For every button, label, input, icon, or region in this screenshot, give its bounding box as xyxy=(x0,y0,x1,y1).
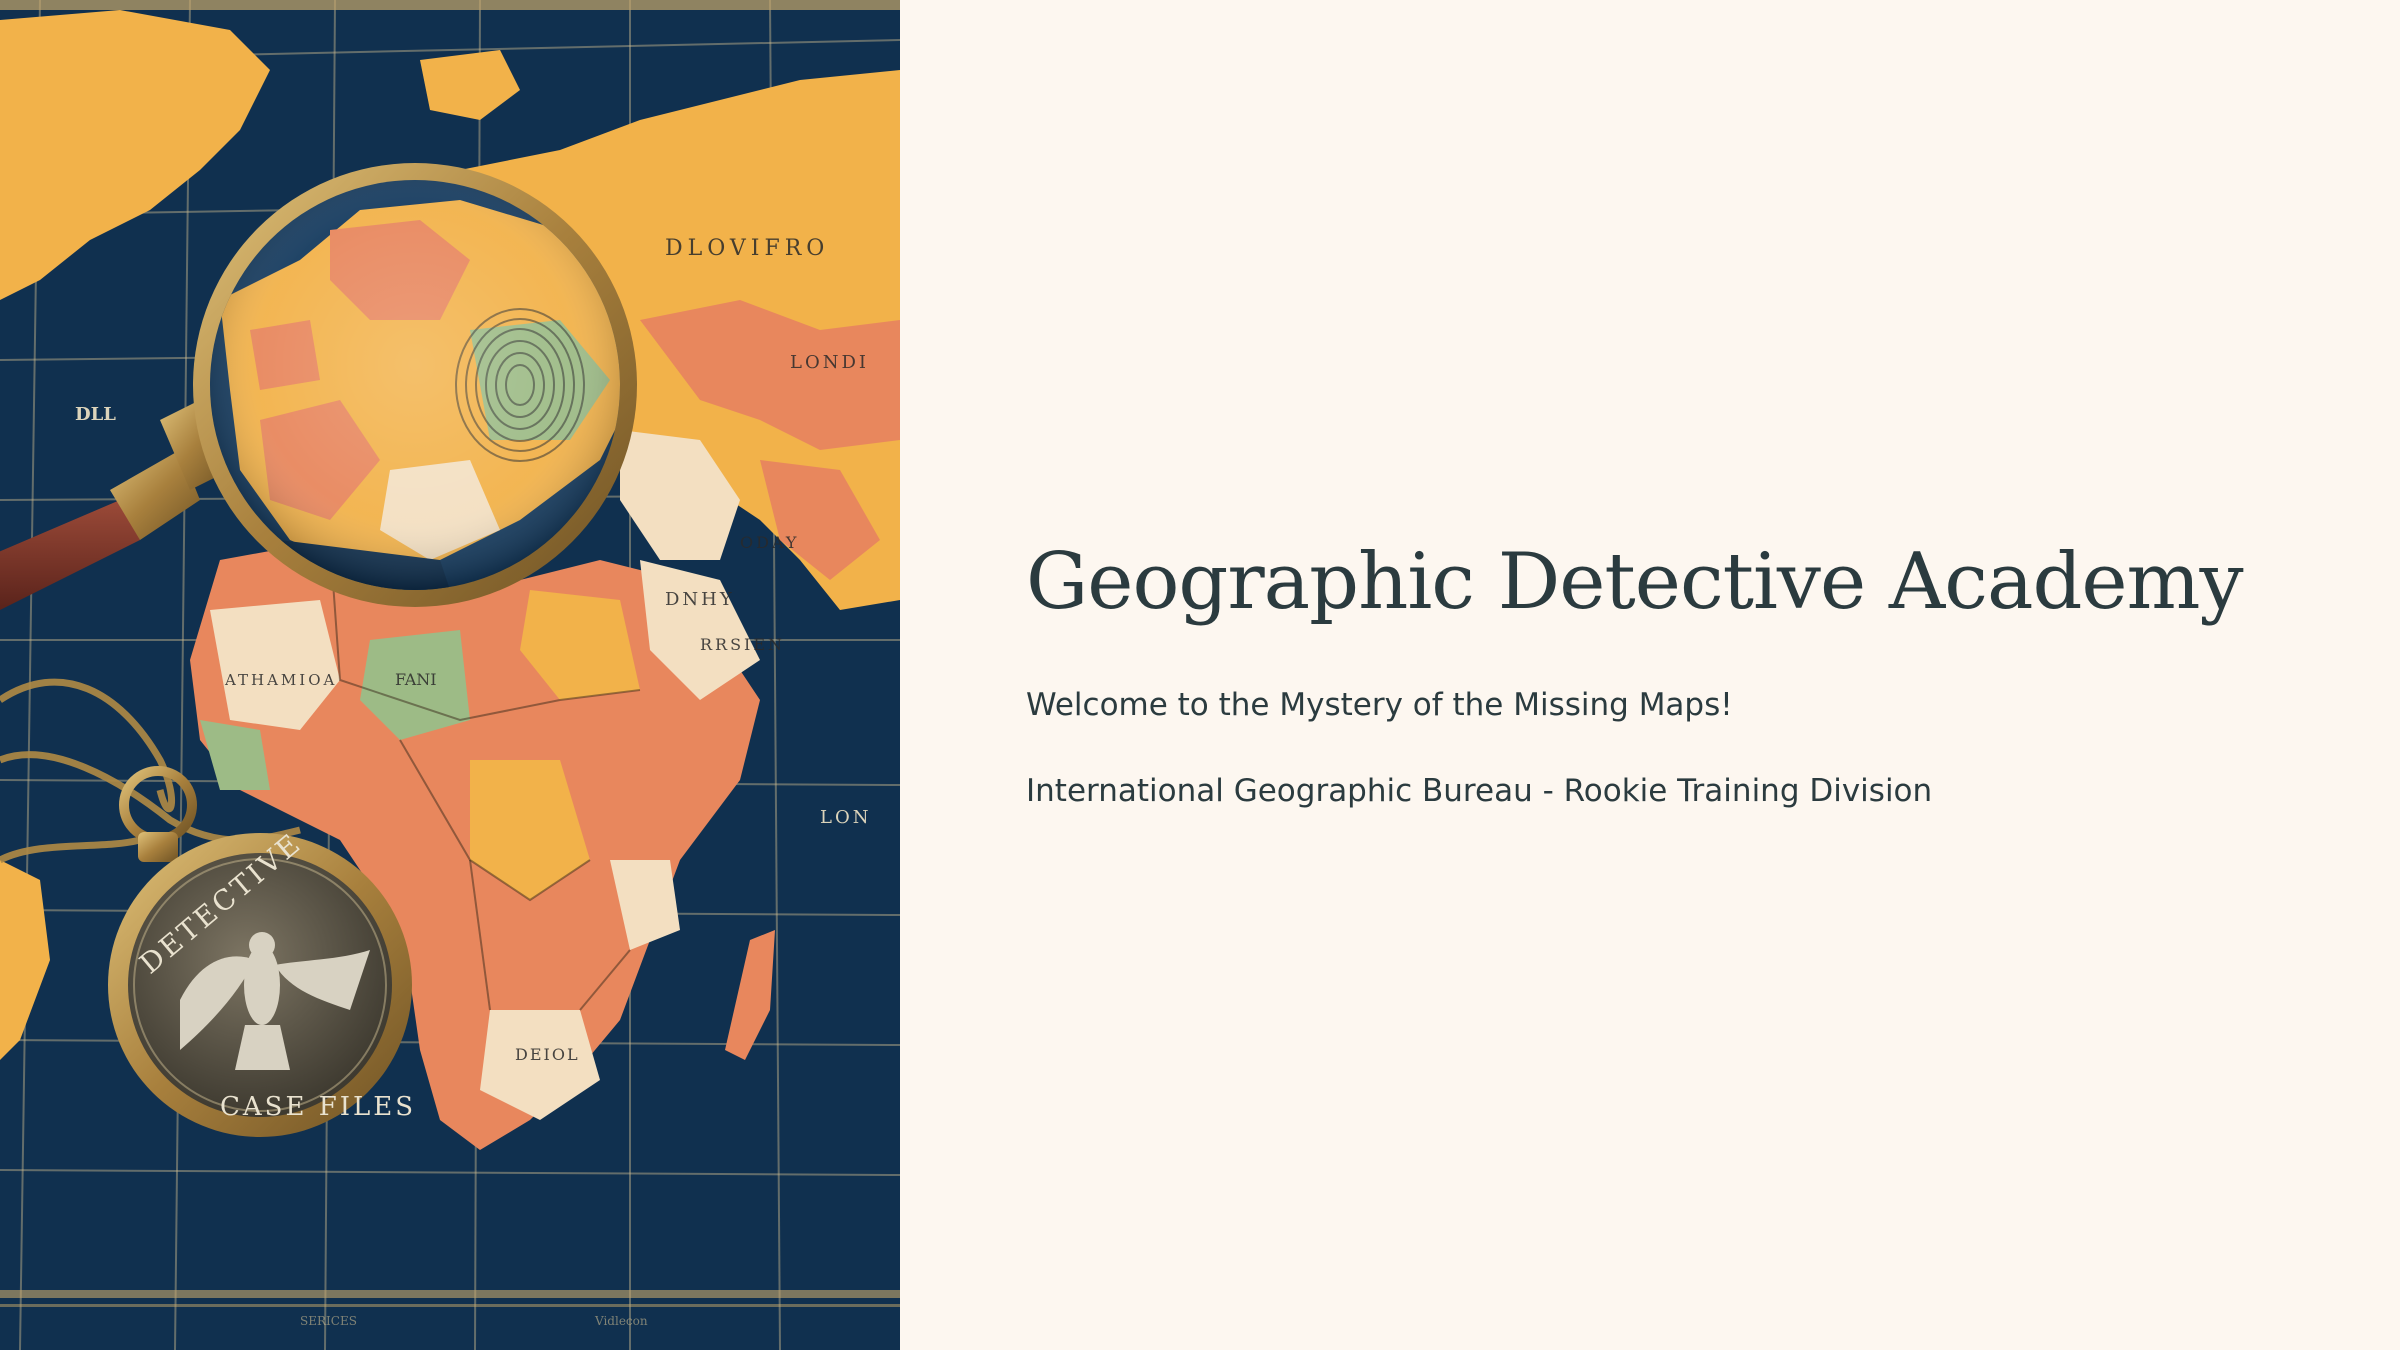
svg-text:SERICES: SERICES xyxy=(300,1314,357,1328)
map-illustration: DLOVIFRO LONDI ODAY DNHY RRSIEN ATHAMIOA… xyxy=(0,0,900,1350)
svg-text:FANI: FANI xyxy=(395,670,437,689)
svg-text:DLOVIFRO: DLOVIFRO xyxy=(665,236,829,261)
svg-text:DLL: DLL xyxy=(75,404,116,425)
svg-text:LONDI: LONDI xyxy=(790,352,869,373)
svg-text:DNHY: DNHY xyxy=(665,589,735,610)
hero-image: DLOVIFRO LONDI ODAY DNHY RRSIEN ATHAMIOA… xyxy=(0,0,900,1350)
svg-text:CASE FILES: CASE FILES xyxy=(220,1092,416,1122)
text-panel: Geographic Detective Academy Welcome to … xyxy=(1026,0,2326,1350)
svg-text:Vidlecon: Vidlecon xyxy=(594,1314,648,1328)
svg-text:RRSIEN: RRSIEN xyxy=(700,635,785,654)
svg-text:LON: LON xyxy=(820,807,871,828)
slide-title: Geographic Detective Academy xyxy=(1026,537,2244,627)
slide-subtitle: Welcome to the Mystery of the Missing Ma… xyxy=(1026,687,1733,723)
title-slide: DLOVIFRO LONDI ODAY DNHY RRSIEN ATHAMIOA… xyxy=(0,0,2400,1350)
svg-text:DEIOL: DEIOL xyxy=(515,1045,580,1064)
svg-text:ODAY: ODAY xyxy=(740,533,799,552)
svg-text:ATHAMIOA: ATHAMIOA xyxy=(224,671,337,689)
organization-line: International Geographic Bureau - Rookie… xyxy=(1026,773,1933,809)
